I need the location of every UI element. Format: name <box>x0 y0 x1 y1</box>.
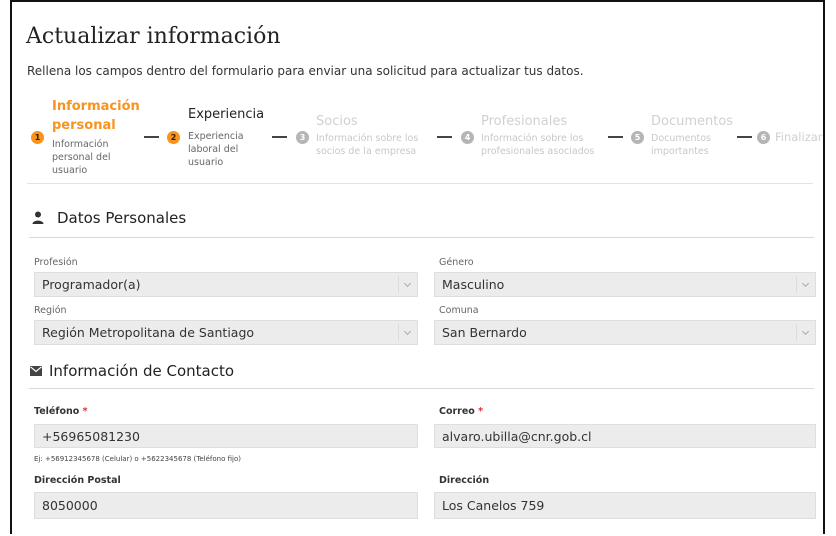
telefono-label: Teléfono * <box>34 406 88 417</box>
direccion-value: Los Canelos 759 <box>442 498 545 513</box>
required-mark: * <box>478 406 484 417</box>
chevron-down-icon <box>796 324 815 341</box>
step-title: Finalizar <box>775 130 823 144</box>
divider <box>27 183 813 184</box>
user-icon <box>32 211 44 224</box>
telefono-hint: Ej: +56912345678 (Celular) o +5622345678… <box>34 455 241 463</box>
envelope-icon <box>30 366 42 376</box>
telefono-label-text: Teléfono <box>34 406 80 417</box>
correo-value: alvaro.ubilla@cnr.gob.cl <box>442 429 592 444</box>
step-number-badge: 5 <box>631 131 644 144</box>
direccion-label: Dirección <box>439 475 490 486</box>
comuna-label: Comuna <box>439 305 479 316</box>
genero-label: Género <box>439 257 474 268</box>
step-number-badge: 6 <box>757 131 770 144</box>
page-subtitle: Rellena los campos dentro del formulario… <box>27 64 584 78</box>
step-connector <box>144 136 159 138</box>
step-number-badge: 4 <box>461 131 474 144</box>
step-title: Experiencia <box>188 107 265 122</box>
telefono-input[interactable]: +56965081230 <box>34 424 418 448</box>
genero-select[interactable]: Masculino <box>434 272 816 297</box>
step-title: Información personal <box>52 99 140 133</box>
page-title: Actualizar información <box>26 24 281 49</box>
profesion-value: Programador(a) <box>42 277 141 292</box>
divider <box>29 237 814 238</box>
step-description: Experiencia laboral del usuario <box>188 131 244 168</box>
step-number-badge: 2 <box>167 131 180 144</box>
step-description: Documentos importantes <box>651 133 711 157</box>
region-label: Región <box>34 305 67 316</box>
step-connector <box>608 136 623 138</box>
chevron-down-icon <box>398 324 417 341</box>
region-value: Región Metropolitana de Santiago <box>42 325 255 340</box>
step-number-badge: 3 <box>296 131 309 144</box>
step-title: Socios <box>316 114 358 129</box>
telefono-value: +56965081230 <box>42 429 140 444</box>
step-description: Información sobre los socios de la empre… <box>316 133 419 157</box>
section-heading-datos-personales: Datos Personales <box>57 209 187 227</box>
step-title: Profesionales <box>481 114 568 129</box>
correo-label: Correo * <box>439 406 483 417</box>
divider <box>29 388 814 389</box>
genero-value: Masculino <box>442 277 505 292</box>
profesion-label: Profesión <box>34 257 78 268</box>
direccion-postal-value: 8050000 <box>42 498 98 513</box>
correo-label-text: Correo <box>439 406 475 417</box>
step-connector <box>737 136 752 138</box>
section-heading-contacto: Información de Contacto <box>49 362 235 380</box>
step-connector <box>437 136 452 138</box>
page-frame <box>10 0 825 534</box>
chevron-down-icon <box>796 276 815 293</box>
required-mark: * <box>82 406 88 417</box>
step-number-badge: 1 <box>31 131 44 144</box>
step-title: Documentos <box>651 114 734 129</box>
chevron-down-icon <box>398 276 417 293</box>
step-connector <box>272 136 287 138</box>
direccion-postal-input[interactable]: 8050000 <box>34 492 418 519</box>
region-select[interactable]: Región Metropolitana de Santiago <box>34 320 418 345</box>
direccion-input[interactable]: Los Canelos 759 <box>434 492 816 519</box>
comuna-value: San Bernardo <box>442 325 527 340</box>
direccion-postal-label: Dirección Postal <box>34 475 121 486</box>
step-description: Información personal del usuario <box>52 139 111 176</box>
comuna-select[interactable]: San Bernardo <box>434 320 816 345</box>
step-description: Información sobre los profesionales asoc… <box>481 133 595 157</box>
profesion-select[interactable]: Programador(a) <box>34 272 418 297</box>
correo-input[interactable]: alvaro.ubilla@cnr.gob.cl <box>434 424 816 448</box>
